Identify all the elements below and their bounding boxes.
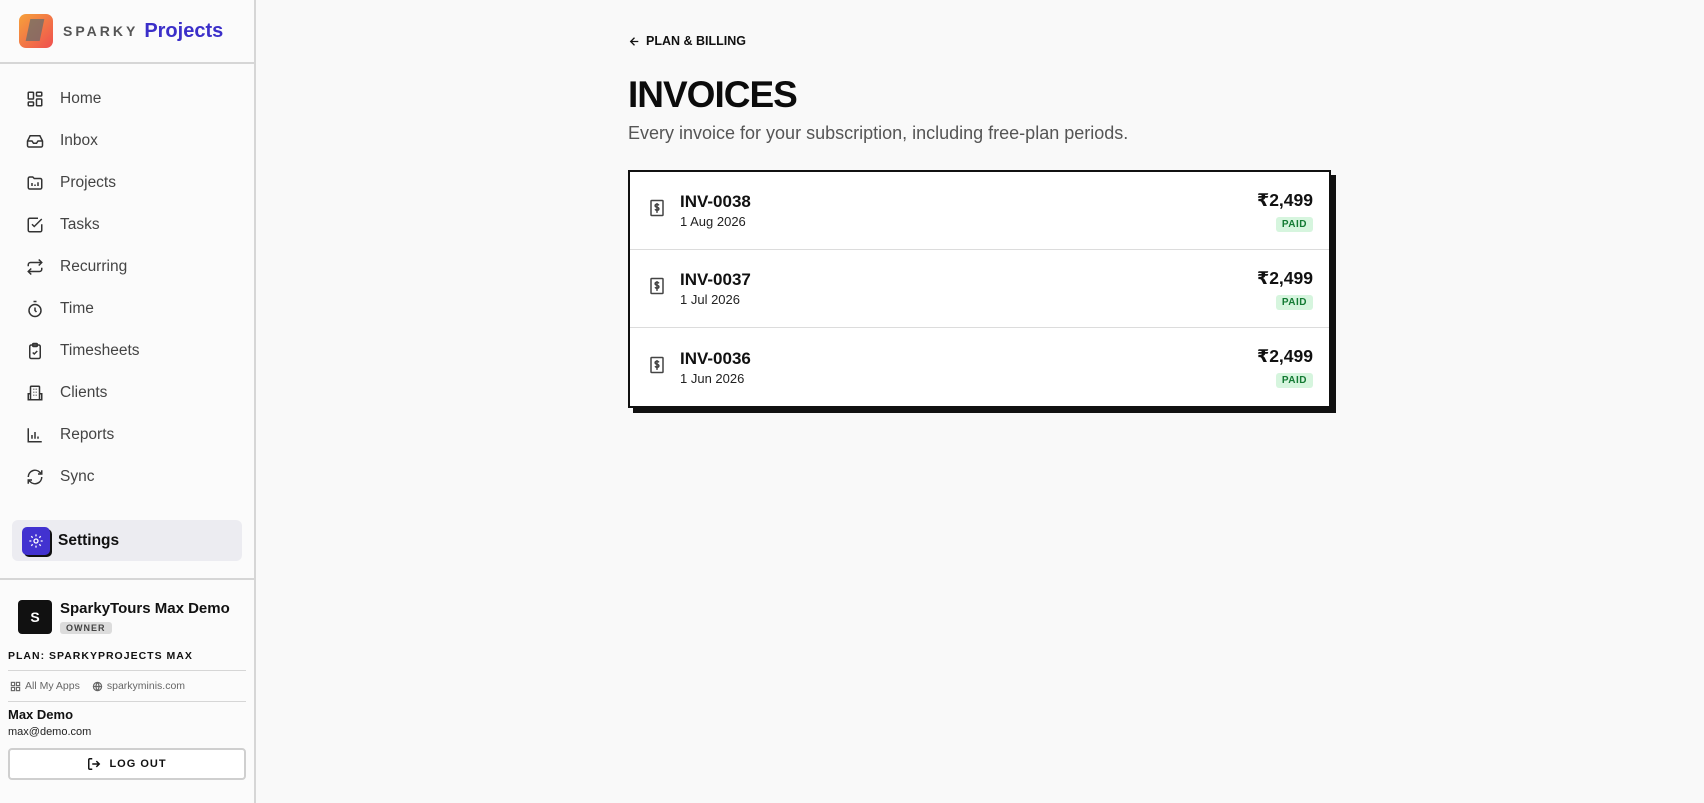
back-link[interactable]: PLAN & BILLING <box>628 34 746 48</box>
invoice-info: INV-0038 1 Aug 2026 <box>680 192 1257 229</box>
dashboard-icon <box>27 91 43 107</box>
status-badge: PAID <box>1275 216 1313 232</box>
settings-wrap: Settings <box>0 520 254 561</box>
org-switcher[interactable]: S SparkyTours Max Demo OWNER <box>8 580 246 636</box>
sidebar-item-label: Clients <box>60 384 108 401</box>
account-links: All My Apps sparkyminis.com <box>8 671 246 702</box>
sidebar-item-label: Home <box>60 90 102 107</box>
repeat-icon <box>27 258 43 276</box>
invoice-amount: ₹2,499 <box>1257 267 1313 288</box>
invoice-list: INV-0038 1 Aug 2026 ₹2,499 PAID INV-0037… <box>628 170 1331 408</box>
stopwatch-icon <box>28 300 42 318</box>
sidebar-item-timesheets[interactable]: Timesheets <box>0 330 254 372</box>
sidebar-item-label: Projects <box>60 174 116 191</box>
invoice-date: 1 Jun 2026 <box>680 370 745 386</box>
status-badge: PAID <box>1275 373 1313 388</box>
inbox-icon <box>26 135 44 148</box>
sidebar-item-reports[interactable]: Reports <box>0 414 254 456</box>
sidebar-item-projects[interactable]: Projects <box>0 162 254 204</box>
sidebar-item-home[interactable]: Home <box>0 78 254 120</box>
page-subtitle: Every invoice for your subscription, inc… <box>628 123 1129 143</box>
sidebar-item-label: Tasks <box>60 216 100 233</box>
invoice-icon <box>648 199 666 222</box>
checkbox-icon <box>27 217 43 233</box>
logout-label: LOG OUT <box>109 758 167 770</box>
invoice-summary: ₹2,499 PAID <box>1257 268 1313 310</box>
org-info: SparkyTours Max Demo OWNER <box>60 600 230 636</box>
logout-icon <box>88 758 101 770</box>
sidebar-item-label: Reports <box>60 426 115 443</box>
invoice-icon <box>648 356 666 379</box>
org-avatar: S <box>18 600 52 634</box>
clipboard-check-icon <box>29 342 41 360</box>
invoice-number: INV-0036 <box>680 348 751 368</box>
grid-icon <box>10 681 21 691</box>
invoice-number: INV-0037 <box>680 270 751 289</box>
brand-product: Projects <box>144 19 224 42</box>
brand-word: SPARKY <box>63 23 139 39</box>
invoice-info: INV-0036 1 Jun 2026 <box>680 349 1257 386</box>
sidebar-nav: Home Inbox Projects Tasks Recurring Time… <box>0 64 254 561</box>
account-panel: S SparkyTours Max Demo OWNER PLAN: SPARK… <box>0 578 254 780</box>
logout-button[interactable]: LOG OUT <box>8 748 246 780</box>
invoice-icon <box>648 277 666 300</box>
sidebar-item-label: Settings <box>58 531 120 549</box>
page-title: INVOICES <box>628 74 798 115</box>
role-badge: OWNER <box>60 622 112 634</box>
sidebar-item-label: Time <box>60 300 94 317</box>
invoice-row[interactable]: INV-0037 1 Jul 2026 ₹2,499 PAID <box>630 250 1329 328</box>
plan-label: PLAN: SPARKYPROJECTS MAX <box>8 650 246 671</box>
website-link[interactable]: sparkyminis.com <box>90 680 185 692</box>
invoice-date: 1 Aug 2026 <box>680 214 746 229</box>
invoice-info: INV-0037 1 Jul 2026 <box>680 270 1257 307</box>
sparky-logo-icon <box>19 14 53 48</box>
org-name: SparkyTours Max Demo <box>60 600 230 617</box>
invoice-row[interactable]: INV-0038 1 Aug 2026 ₹2,499 PAID <box>630 172 1329 250</box>
sidebar-item-clients[interactable]: Clients <box>0 372 254 414</box>
sidebar-item-label: Recurring <box>60 258 128 275</box>
invoice-number: INV-0038 <box>680 192 751 211</box>
invoice-row[interactable]: INV-0036 1 Jun 2026 ₹2,499 PAID <box>630 328 1329 406</box>
website-label: sparkyminis.com <box>106 680 186 692</box>
sidebar-item-label: Sync <box>60 468 95 485</box>
sidebar-item-label: Inbox <box>60 132 98 149</box>
all-apps-label: All My Apps <box>25 680 80 692</box>
all-apps-link[interactable]: All My Apps <box>8 680 80 692</box>
folder-icon <box>27 176 43 190</box>
invoice-date: 1 Jul 2026 <box>680 292 740 307</box>
gear-icon <box>29 533 43 548</box>
bar-chart-icon <box>27 428 42 443</box>
sidebar-item-time[interactable]: Time <box>0 288 254 330</box>
invoice-amount: ₹2,499 <box>1257 346 1313 366</box>
refresh-icon <box>27 469 43 485</box>
arrow-left-icon <box>629 36 639 46</box>
invoice-summary: ₹2,499 PAID <box>1257 190 1313 232</box>
sidebar-item-tasks[interactable]: Tasks <box>0 204 254 246</box>
sidebar-item-settings[interactable]: Settings <box>12 520 242 561</box>
sidebar: SPARKY Projects Home Inbox Projects Task… <box>0 0 256 803</box>
sidebar-item-label: Timesheets <box>60 342 140 359</box>
globe-icon <box>92 681 103 691</box>
user-name: Max Demo <box>8 707 74 722</box>
sidebar-item-recurring[interactable]: Recurring <box>0 246 254 288</box>
settings-icon-tile <box>22 526 50 555</box>
invoice-summary: ₹2,499 PAID <box>1257 346 1313 388</box>
sidebar-item-inbox[interactable]: Inbox <box>0 120 254 162</box>
building-icon <box>27 385 43 401</box>
status-badge: PAID <box>1275 294 1313 310</box>
user-email: max@demo.com <box>8 726 92 738</box>
invoice-amount: ₹2,499 <box>1257 189 1313 210</box>
back-label: PLAN & BILLING <box>646 34 746 48</box>
brand[interactable]: SPARKY Projects <box>0 0 254 64</box>
sidebar-item-sync[interactable]: Sync <box>0 456 254 498</box>
